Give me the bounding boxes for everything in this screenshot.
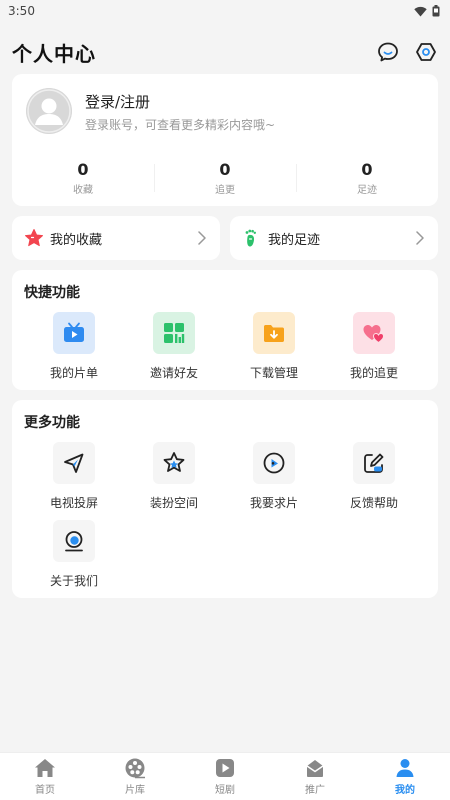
nav-home[interactable]: 首页 [0,753,90,800]
grid-label: 我的片单 [49,366,98,380]
chevron-right-icon [196,230,208,246]
cast-icon [53,442,95,484]
nav-short-drama[interactable]: 短剧 [180,753,270,800]
my-playlist-button[interactable]: 我的片单 [24,312,124,384]
stat-favorites[interactable]: 0 收藏 [12,158,154,198]
shortcuts-section: 快捷功能 我的片单 邀请好友 下载管理 我的追更 [12,270,438,390]
grid-label: 我要求片 [249,496,298,510]
grid-label: 装扮空间 [149,496,198,510]
user-icon [394,757,416,779]
feedback-edit-icon [353,442,395,484]
battery-icon [432,5,440,17]
my-following-button[interactable]: 我的追更 [324,312,424,384]
settings-button[interactable] [414,40,438,64]
header-actions [376,40,438,64]
nav-label: 片库 [125,785,145,796]
more-functions-section: 更多功能 电视投屏 装扮空间 我要求片 反馈帮助 关于我们 [12,400,438,598]
profile-stats: 0 收藏 0 追更 0 足迹 [12,158,438,198]
dress-up-space-button[interactable]: 装扮空间 [124,442,224,514]
home-icon [34,757,56,779]
grid-label: 我的追更 [349,366,398,380]
request-movie-button[interactable]: 我要求片 [224,442,324,514]
stat-label: 足迹 [357,185,377,196]
stat-value: 0 [219,160,231,179]
invite-friends-button[interactable]: 邀请好友 [124,312,224,384]
qr-code-icon [153,312,195,354]
default-avatar-icon [26,88,72,134]
status-time: 3:50 [8,4,35,18]
nav-label: 首页 [35,785,55,796]
quick-link-label: 我的收藏 [50,232,103,248]
login-subtitle: 登录账号，可查看更多精彩内容哦~ [85,118,276,132]
page-title: 个人中心 [12,41,96,66]
chevron-right-icon [414,230,426,246]
grid-label: 电视投屏 [49,496,98,510]
nav-label: 短剧 [215,785,235,796]
chat-bubble-icon [378,42,398,62]
nav-library[interactable]: 片库 [90,753,180,800]
download-manager-button[interactable]: 下载管理 [224,312,324,384]
tv-cast-button[interactable]: 电视投屏 [24,442,124,514]
my-footprints-link[interactable]: 我的足迹 [230,216,438,260]
message-button[interactable] [376,40,400,64]
mail-icon [304,757,326,779]
quick-link-label: 我的足迹 [268,232,321,248]
settings-hex-icon [416,43,436,61]
nav-label: 推广 [305,785,325,796]
nav-promotion[interactable]: 推广 [270,753,360,800]
disc-icon [253,442,295,484]
about-icon [53,520,95,562]
stat-following[interactable]: 0 追更 [154,158,296,198]
grid-label: 反馈帮助 [349,496,398,510]
grid-label: 关于我们 [49,574,98,588]
status-bar: 3:50 [0,0,450,22]
grid-label: 邀请好友 [149,366,198,380]
star-outline-icon [153,442,195,484]
profile-card: 登录/注册 登录账号，可查看更多精彩内容哦~ 0 收藏 0 追更 0 足迹 [12,74,438,206]
stat-value: 0 [77,160,89,179]
stat-value: 0 [361,160,373,179]
nav-label: 我的 [395,785,415,796]
download-folder-icon [253,312,295,354]
bottom-nav: 首页 片库 短剧 推广 我的 [0,752,450,800]
section-title: 更多功能 [24,415,80,431]
avatar[interactable] [26,88,72,134]
stat-history[interactable]: 0 足迹 [296,158,438,198]
feedback-help-button[interactable]: 反馈帮助 [324,442,424,514]
stat-label: 追更 [215,185,235,196]
star-icon [24,228,44,248]
status-icons [414,5,440,17]
login-register-link[interactable]: 登录/注册 [85,91,150,112]
grid-label: 下载管理 [249,366,298,380]
play-icon [214,757,236,779]
about-us-button[interactable]: 关于我们 [24,520,124,592]
wifi-icon [414,6,427,16]
film-reel-icon [124,757,146,779]
header: 个人中心 [0,30,450,74]
tv-list-icon [53,312,95,354]
footprint-icon [242,228,262,248]
hearts-icon [353,312,395,354]
nav-mine[interactable]: 我的 [360,753,450,800]
my-favorites-link[interactable]: 我的收藏 [12,216,220,260]
stat-label: 收藏 [73,185,93,196]
section-title: 快捷功能 [24,285,80,301]
